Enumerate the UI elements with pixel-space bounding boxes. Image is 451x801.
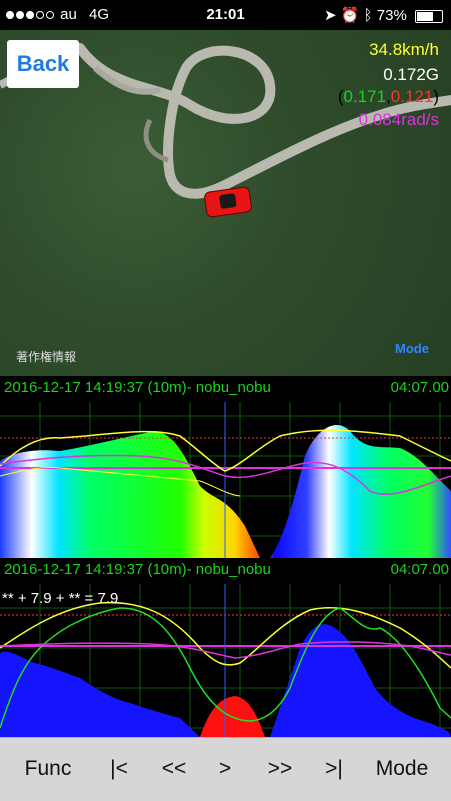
location-arrow-icon: ➤	[324, 7, 337, 24]
bluetooth-icon: ᛒ	[363, 7, 373, 24]
g-split-longitudinal: 0.171	[343, 87, 387, 106]
func-button[interactable]: Func	[20, 752, 76, 786]
g-split-close: )	[433, 87, 439, 106]
alarm-icon: ⏰	[340, 7, 360, 24]
back-button[interactable]: Back	[7, 40, 79, 88]
speed-readout: 34.8km/h	[369, 40, 439, 59]
graph-plot-1	[0, 402, 451, 558]
battery-icon	[415, 9, 443, 23]
graph-title-2: 2016-12-17 14:19:37 (10m)- nobu_nobu	[4, 561, 271, 578]
graph-duration-2: 04:07.00	[390, 561, 449, 578]
rewind-button[interactable]: <<	[156, 752, 192, 786]
playback-toolbar: Func |< << > >> >| Mode	[0, 737, 451, 801]
map-mode-button[interactable]: Mode	[395, 341, 429, 356]
copyright-link[interactable]: 著作権情報	[16, 348, 76, 365]
skip-to-end-button[interactable]: >|	[319, 752, 349, 786]
g-force-readout: 0.172G	[383, 65, 439, 84]
status-right: ➤ ⏰ ᛒ 73%	[324, 6, 443, 24]
graph-panel-2[interactable]: 2016-12-17 14:19:37 (10m)- nobu_nobu 04:…	[0, 558, 451, 737]
graph-formula: ** + 7.9 + ** = 7.9	[2, 590, 119, 607]
yaw-readout: 0.084rad/s	[358, 110, 439, 129]
graph-duration-1: 04:07.00	[390, 379, 449, 396]
status-bar: au 4G 21:01 ➤ ⏰ ᛒ 73%	[0, 0, 451, 30]
play-button[interactable]: >	[214, 752, 236, 786]
graph-header-1: 2016-12-17 14:19:37 (10m)- nobu_nobu 04:…	[0, 376, 451, 402]
skip-to-start-button[interactable]: |<	[104, 752, 134, 786]
graph-title-1: 2016-12-17 14:19:37 (10m)- nobu_nobu	[4, 379, 271, 396]
fast-forward-button[interactable]: >>	[262, 752, 298, 786]
graph-panel-1[interactable]: 2016-12-17 14:19:37 (10m)- nobu_nobu 04:…	[0, 376, 451, 558]
mode-button[interactable]: Mode	[370, 752, 434, 786]
graph-header-2: 2016-12-17 14:19:37 (10m)- nobu_nobu 04:…	[0, 558, 451, 584]
g-split-lateral: 0.121	[390, 87, 434, 106]
graph-plot-2	[0, 584, 451, 737]
g-split-readout: (0.171,0.121)	[338, 87, 439, 107]
battery-percent: 73%	[376, 7, 407, 24]
